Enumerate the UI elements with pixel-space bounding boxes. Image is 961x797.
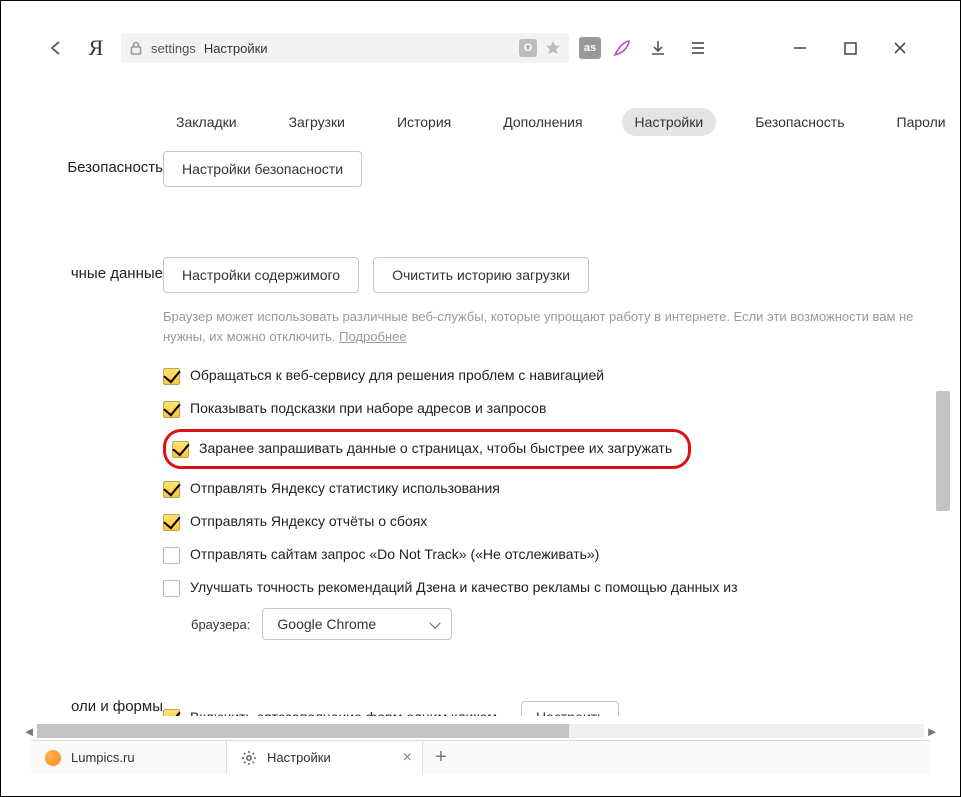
cb-navigation-service[interactable]: Обращаться к веб-сервису для решения про… — [163, 363, 935, 389]
tab-addons[interactable]: Дополнения — [490, 108, 595, 136]
section-forms: оли и формы Включить автозаполнение форм… — [31, 690, 935, 716]
browser-tab-settings[interactable]: Настройки × — [227, 741, 423, 774]
shield-icon[interactable]: O — [519, 39, 537, 57]
yandex-logo[interactable]: Я — [81, 33, 111, 63]
lock-icon — [129, 41, 143, 55]
tab-settings[interactable]: Настройки — [622, 108, 717, 136]
section-privacy-title: чные данные — [31, 257, 163, 640]
checkbox-icon[interactable] — [163, 547, 180, 564]
autofill-configure-button[interactable]: Настроить — [521, 701, 619, 716]
addr-prefix: settings — [151, 41, 196, 56]
tab-history[interactable]: История — [384, 108, 464, 136]
extension-lastfm-icon[interactable]: as — [579, 37, 601, 59]
section-security: Безопасность Настройки безопасности — [31, 151, 935, 187]
checkbox-icon[interactable] — [163, 368, 180, 385]
tab-downloads[interactable]: Загрузки — [276, 108, 358, 136]
cb-do-not-track[interactable]: Отправлять сайтам запрос «Do Not Track» … — [163, 542, 935, 568]
checkbox-icon[interactable] — [163, 481, 180, 498]
cb-usage-stats[interactable]: Отправлять Яндексу статистику использова… — [163, 476, 935, 502]
gear-icon — [241, 750, 257, 766]
back-button[interactable] — [41, 33, 71, 63]
window-minimize-button[interactable] — [780, 33, 820, 63]
checkbox-icon[interactable] — [172, 441, 189, 458]
address-bar[interactable]: settings Настройки O — [121, 33, 569, 63]
window-close-button[interactable] — [880, 33, 920, 63]
scroll-right-icon[interactable]: ► — [924, 724, 940, 738]
horizontal-scrollbar[interactable]: ◄ ► — [37, 724, 924, 738]
checkbox-icon[interactable] — [163, 580, 180, 597]
settings-nav: Закладки Загрузки История Дополнения Нас… — [163, 106, 940, 138]
tab-bookmarks[interactable]: Закладки — [163, 108, 250, 136]
cb-autofill[interactable]: Включить автозаполнение форм одним клико… — [163, 697, 935, 716]
section-security-title: Безопасность — [31, 151, 163, 187]
browser-select[interactable]: Google Chrome — [262, 608, 452, 640]
addr-title: Настройки — [204, 41, 268, 56]
tab-security[interactable]: Безопасность — [742, 108, 857, 136]
privacy-hint: Браузер может использовать различные веб… — [163, 307, 935, 347]
window-maximize-button[interactable] — [830, 33, 870, 63]
checkbox-icon[interactable] — [163, 514, 180, 531]
content-settings-button[interactable]: Настройки содержимого — [163, 257, 359, 293]
cb-prefetch[interactable]: Заранее запрашивать данные о страницах, … — [163, 429, 691, 469]
browser-label: браузера: — [191, 617, 250, 632]
browser-toolbar: Я settings Настройки O as — [41, 29, 920, 67]
browser-tab-lumpics[interactable]: Lumpics.ru — [31, 741, 227, 774]
settings-content: Безопасность Настройки безопасности чные… — [31, 151, 935, 716]
menu-button[interactable] — [683, 33, 713, 63]
browser-tabstrip: Lumpics.ru Настройки × + — [31, 740, 930, 774]
security-settings-button[interactable]: Настройки безопасности — [163, 151, 362, 187]
scroll-left-icon[interactable]: ◄ — [21, 724, 37, 738]
tab-close-icon[interactable]: × — [403, 749, 412, 767]
new-tab-button[interactable]: + — [423, 741, 459, 774]
extension-feather-icon[interactable] — [611, 37, 633, 59]
section-privacy: чные данные Настройки содержимого Очисти… — [31, 257, 935, 640]
browser-select-row: браузера: Google Chrome — [191, 608, 935, 640]
cb-crash-reports[interactable]: Отправлять Яндексу отчёты о сбоях — [163, 509, 935, 535]
checkbox-icon[interactable] — [163, 709, 180, 716]
checkbox-icon[interactable] — [163, 401, 180, 418]
section-forms-title: оли и формы — [31, 690, 163, 716]
cb-zen-ads[interactable]: Улучшать точность рекомендаций Дзена и к… — [163, 575, 935, 601]
bookmark-star-icon[interactable] — [545, 40, 561, 56]
favicon-icon — [45, 750, 61, 766]
clear-history-button[interactable]: Очистить историю загрузки — [373, 257, 589, 293]
downloads-button[interactable] — [643, 33, 673, 63]
vertical-scrollbar[interactable] — [936, 81, 950, 716]
cb-suggestions[interactable]: Показывать подсказки при наборе адресов … — [163, 396, 935, 422]
privacy-more-link[interactable]: Подробнее — [339, 329, 406, 344]
